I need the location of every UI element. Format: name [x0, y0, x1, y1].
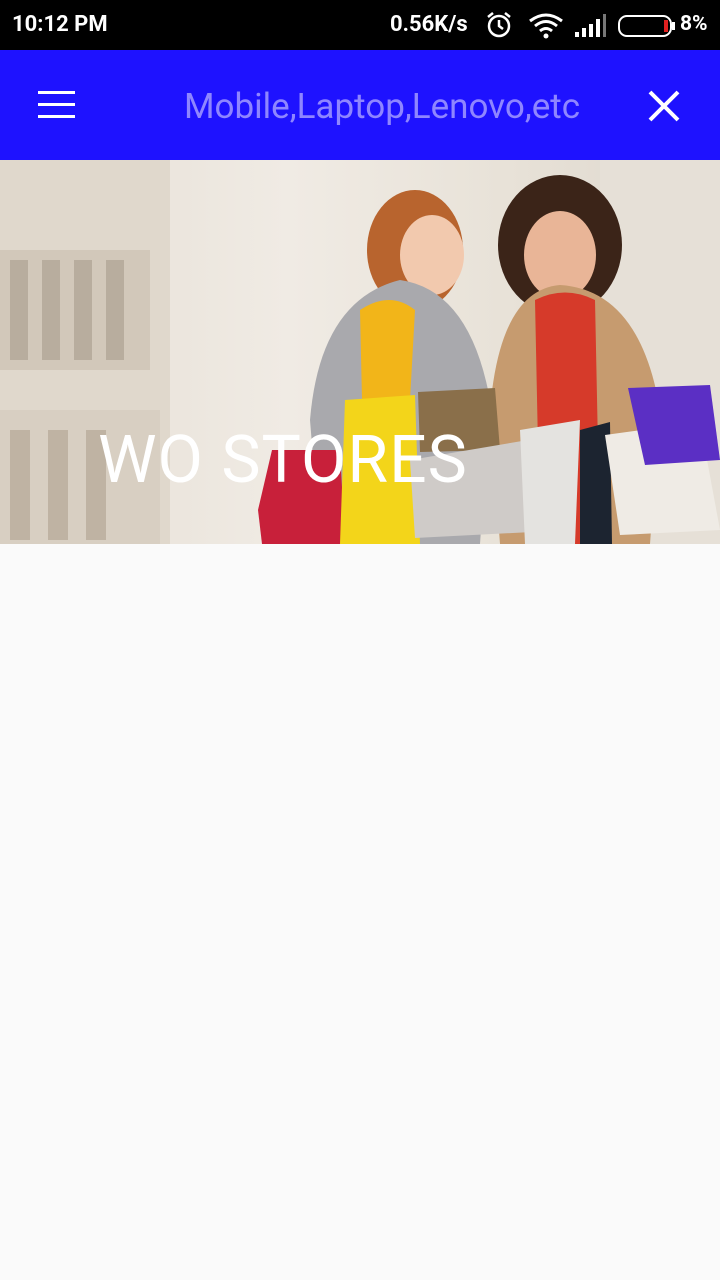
- status-bar: 10:12 PM 0.56K/s 8%: [0, 0, 720, 50]
- search-input[interactable]: [150, 80, 614, 132]
- menu-icon[interactable]: [30, 86, 82, 126]
- status-time: 10:12 PM: [12, 12, 108, 37]
- network-speed: 0.56K/s: [390, 12, 468, 37]
- content-area: [0, 544, 720, 1280]
- battery-icon: [618, 14, 676, 44]
- battery-percent: 8%: [680, 12, 708, 36]
- close-icon[interactable]: [640, 82, 688, 130]
- app-bar: [0, 50, 720, 160]
- banner-image: WO STORES: [0, 160, 720, 544]
- wifi-icon: [528, 13, 564, 45]
- banner-title: WO STORES: [98, 422, 468, 499]
- alarm-icon: [484, 10, 514, 46]
- signal-icon: [574, 14, 606, 44]
